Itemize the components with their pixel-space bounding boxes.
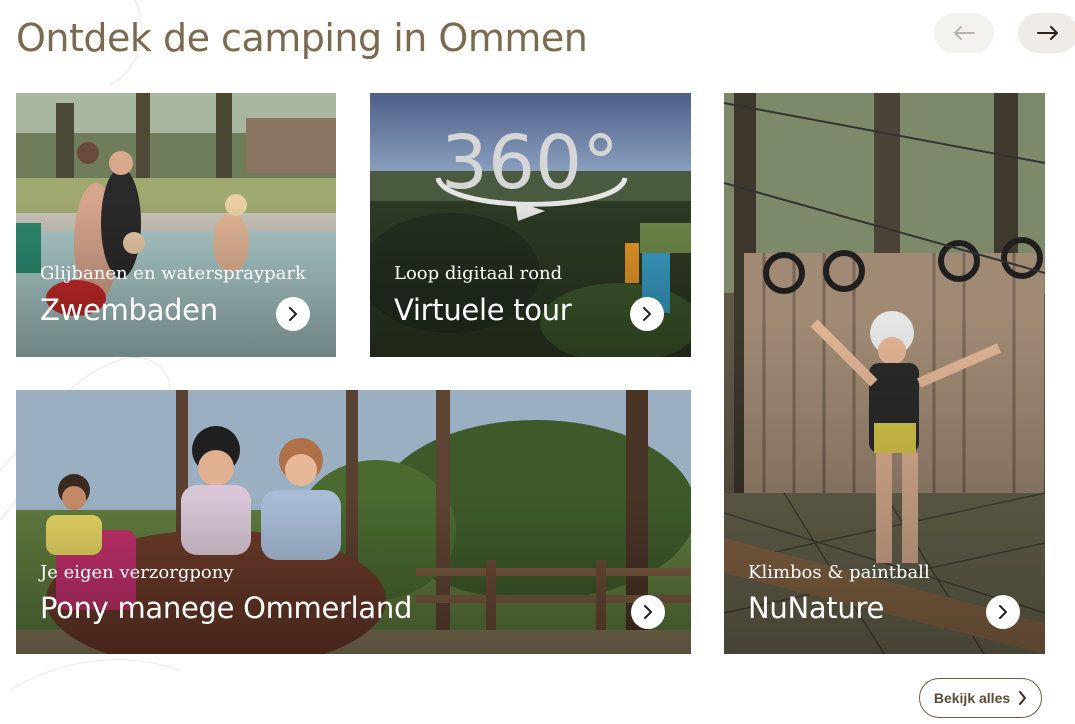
- chevron-right-icon: [643, 307, 651, 321]
- card-pony-manege[interactable]: Je eigen verzorgpony Pony manege Ommerla…: [16, 390, 691, 654]
- card-title: Pony manege Ommerland: [40, 591, 413, 625]
- card-go-button[interactable]: [986, 595, 1020, 629]
- chevron-right-icon: [1019, 691, 1027, 705]
- card-subtitle: Je eigen verzorgpony: [40, 562, 234, 583]
- arrow-left-icon: [954, 26, 975, 40]
- card-virtuele-tour[interactable]: 360° Loop digitaal rond Virtuele tour: [370, 93, 691, 357]
- carousel-next-button[interactable]: [1018, 13, 1075, 53]
- card-title: Virtuele tour: [394, 293, 572, 327]
- card-title: Zwembaden: [40, 293, 218, 327]
- card-nunature[interactable]: Klimbos & paintball NuNature: [724, 93, 1045, 654]
- chevron-right-icon: [999, 605, 1007, 619]
- card-zwembaden[interactable]: Glijbanen en waterspraypark Zwembaden: [16, 93, 336, 357]
- card-subtitle: Loop digitaal rond: [394, 263, 563, 284]
- section-title: Ontdek de camping in Ommen: [16, 16, 588, 60]
- arrow-right-icon: [1037, 26, 1058, 40]
- card-go-button[interactable]: [630, 297, 664, 331]
- view-all-button[interactable]: Bekijk alles: [919, 678, 1042, 718]
- card-subtitle: Klimbos & paintball: [748, 562, 930, 583]
- carousel-prev-button[interactable]: [934, 13, 994, 53]
- card-title: NuNature: [748, 591, 885, 625]
- overlay-360-text: 360°: [441, 120, 619, 206]
- card-go-button[interactable]: [276, 297, 310, 331]
- card-subtitle: Glijbanen en waterspraypark: [40, 263, 306, 284]
- chevron-right-icon: [644, 605, 652, 619]
- view-all-label: Bekijk alles: [933, 690, 1011, 706]
- chevron-right-icon: [289, 307, 297, 321]
- card-go-button[interactable]: [631, 595, 665, 629]
